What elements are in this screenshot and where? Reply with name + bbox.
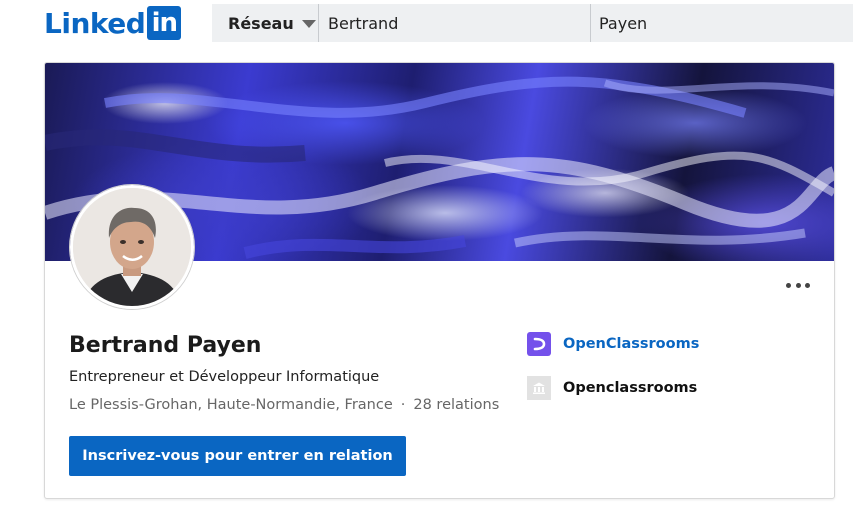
profile-location: Le Plessis-Grohan, Haute-Normandie, Fran…: [69, 397, 393, 413]
profile-card: Bertrand Payen Entrepreneur et Développe…: [44, 62, 835, 499]
more-options-button[interactable]: [786, 277, 810, 293]
meta-separator: ·: [400, 397, 406, 413]
logo-wordmark: Linked: [44, 6, 146, 40]
person-photo-icon: [73, 188, 191, 306]
profile-relations: 28 relations: [413, 397, 500, 413]
chevron-down-icon: [301, 20, 316, 28]
organization-name: Openclassrooms: [563, 380, 698, 396]
first-name-input[interactable]: Bertrand: [319, 4, 591, 42]
last-name-input[interactable]: Payen: [591, 4, 853, 42]
dot-icon: [786, 282, 791, 288]
school-building-icon: [527, 376, 551, 400]
search-category-label: Réseau: [228, 13, 294, 33]
connect-signup-button[interactable]: Inscrivez-vous pour entrer en relation: [69, 436, 406, 476]
organization-item-openclassrooms[interactable]: OpenClassrooms: [527, 332, 699, 356]
organization-item-education: Openclassrooms: [527, 376, 697, 400]
dot-icon: [795, 282, 801, 288]
profile-headline: Entrepreneur et Développeur Informatique: [69, 369, 380, 385]
profile-meta: Le Plessis-Grohan, Haute-Normandie, Fran…: [69, 397, 499, 413]
top-bar: Linked in Réseau Bertrand Payen: [0, 0, 853, 48]
search-category-dropdown[interactable]: Réseau: [212, 4, 319, 42]
profile-name: Bertrand Payen: [69, 333, 262, 358]
organization-name[interactable]: OpenClassrooms: [563, 336, 699, 352]
dot-icon: [805, 282, 810, 288]
logo-in-box: in: [147, 6, 182, 40]
openclassrooms-logo-icon: [527, 332, 551, 356]
linkedin-logo[interactable]: Linked in: [44, 6, 182, 40]
people-search-bar: Réseau Bertrand Payen: [212, 4, 853, 42]
profile-avatar[interactable]: [70, 185, 194, 309]
